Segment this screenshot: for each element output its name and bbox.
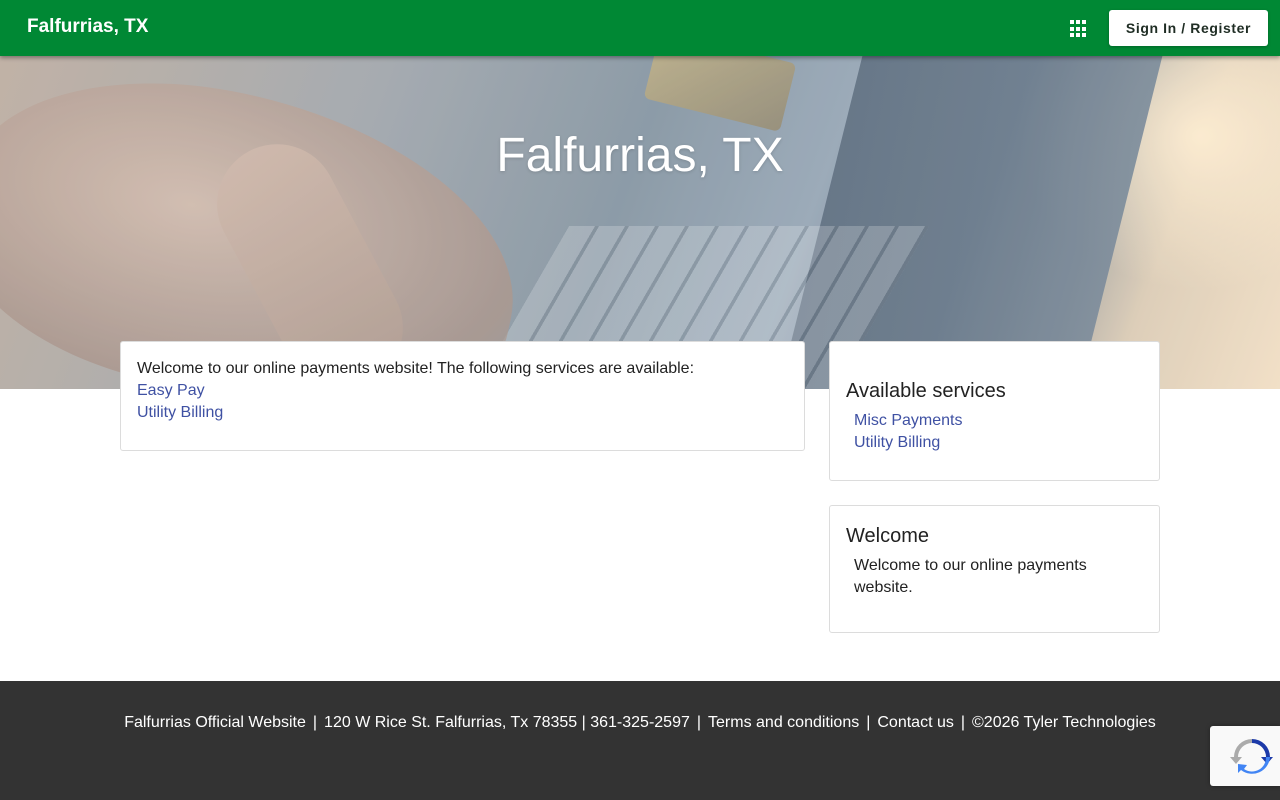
contact-link[interactable]: Contact us: [877, 714, 953, 731]
footer-site-name: Falfurrias Official Website: [124, 714, 306, 731]
available-services-title: Available services: [846, 380, 1006, 402]
main-welcome-card: Welcome to our online payments website! …: [120, 341, 805, 451]
footer-address: 120 W Rice St. Falfurrias, Tx 78355 | 36…: [324, 714, 690, 731]
utility-billing-link[interactable]: Utility Billing: [137, 402, 788, 424]
available-services-card: Available services Misc Payments Utility…: [829, 341, 1160, 481]
intro-text: Welcome to our online payments website! …: [137, 360, 695, 377]
hero-banner: Falfurrias, TX: [0, 56, 1280, 389]
terms-link[interactable]: Terms and conditions: [708, 714, 859, 731]
welcome-text: Welcome to our online payments website.: [854, 557, 1087, 596]
footer-links: Falfurrias Official Website | 120 W Rice S…: [124, 714, 1156, 731]
sign-in-register-button[interactable]: Sign In / Register: [1109, 10, 1268, 46]
footer-copyright: ©2026 Tyler Technologies: [972, 714, 1156, 731]
misc-payments-link[interactable]: Misc Payments: [854, 410, 1143, 432]
recaptcha-badge[interactable]: [1210, 726, 1280, 786]
sidebar-utility-billing-link[interactable]: Utility Billing: [854, 432, 1143, 454]
site-brand[interactable]: Falfurrias, TX: [27, 16, 148, 38]
easy-pay-link[interactable]: Easy Pay: [137, 380, 788, 402]
welcome-title: Welcome: [846, 525, 929, 547]
welcome-card: Welcome Welcome to our online payments w…: [829, 505, 1160, 633]
apps-grid-icon[interactable]: [1064, 16, 1090, 42]
site-footer: Falfurrias Official Website | 120 W Rice S…: [0, 681, 1280, 800]
hero-title: Falfurrias, TX: [496, 129, 784, 182]
top-navbar: Falfurrias, TX Sign In / Register: [0, 0, 1280, 56]
recaptcha-icon: [1230, 739, 1273, 774]
